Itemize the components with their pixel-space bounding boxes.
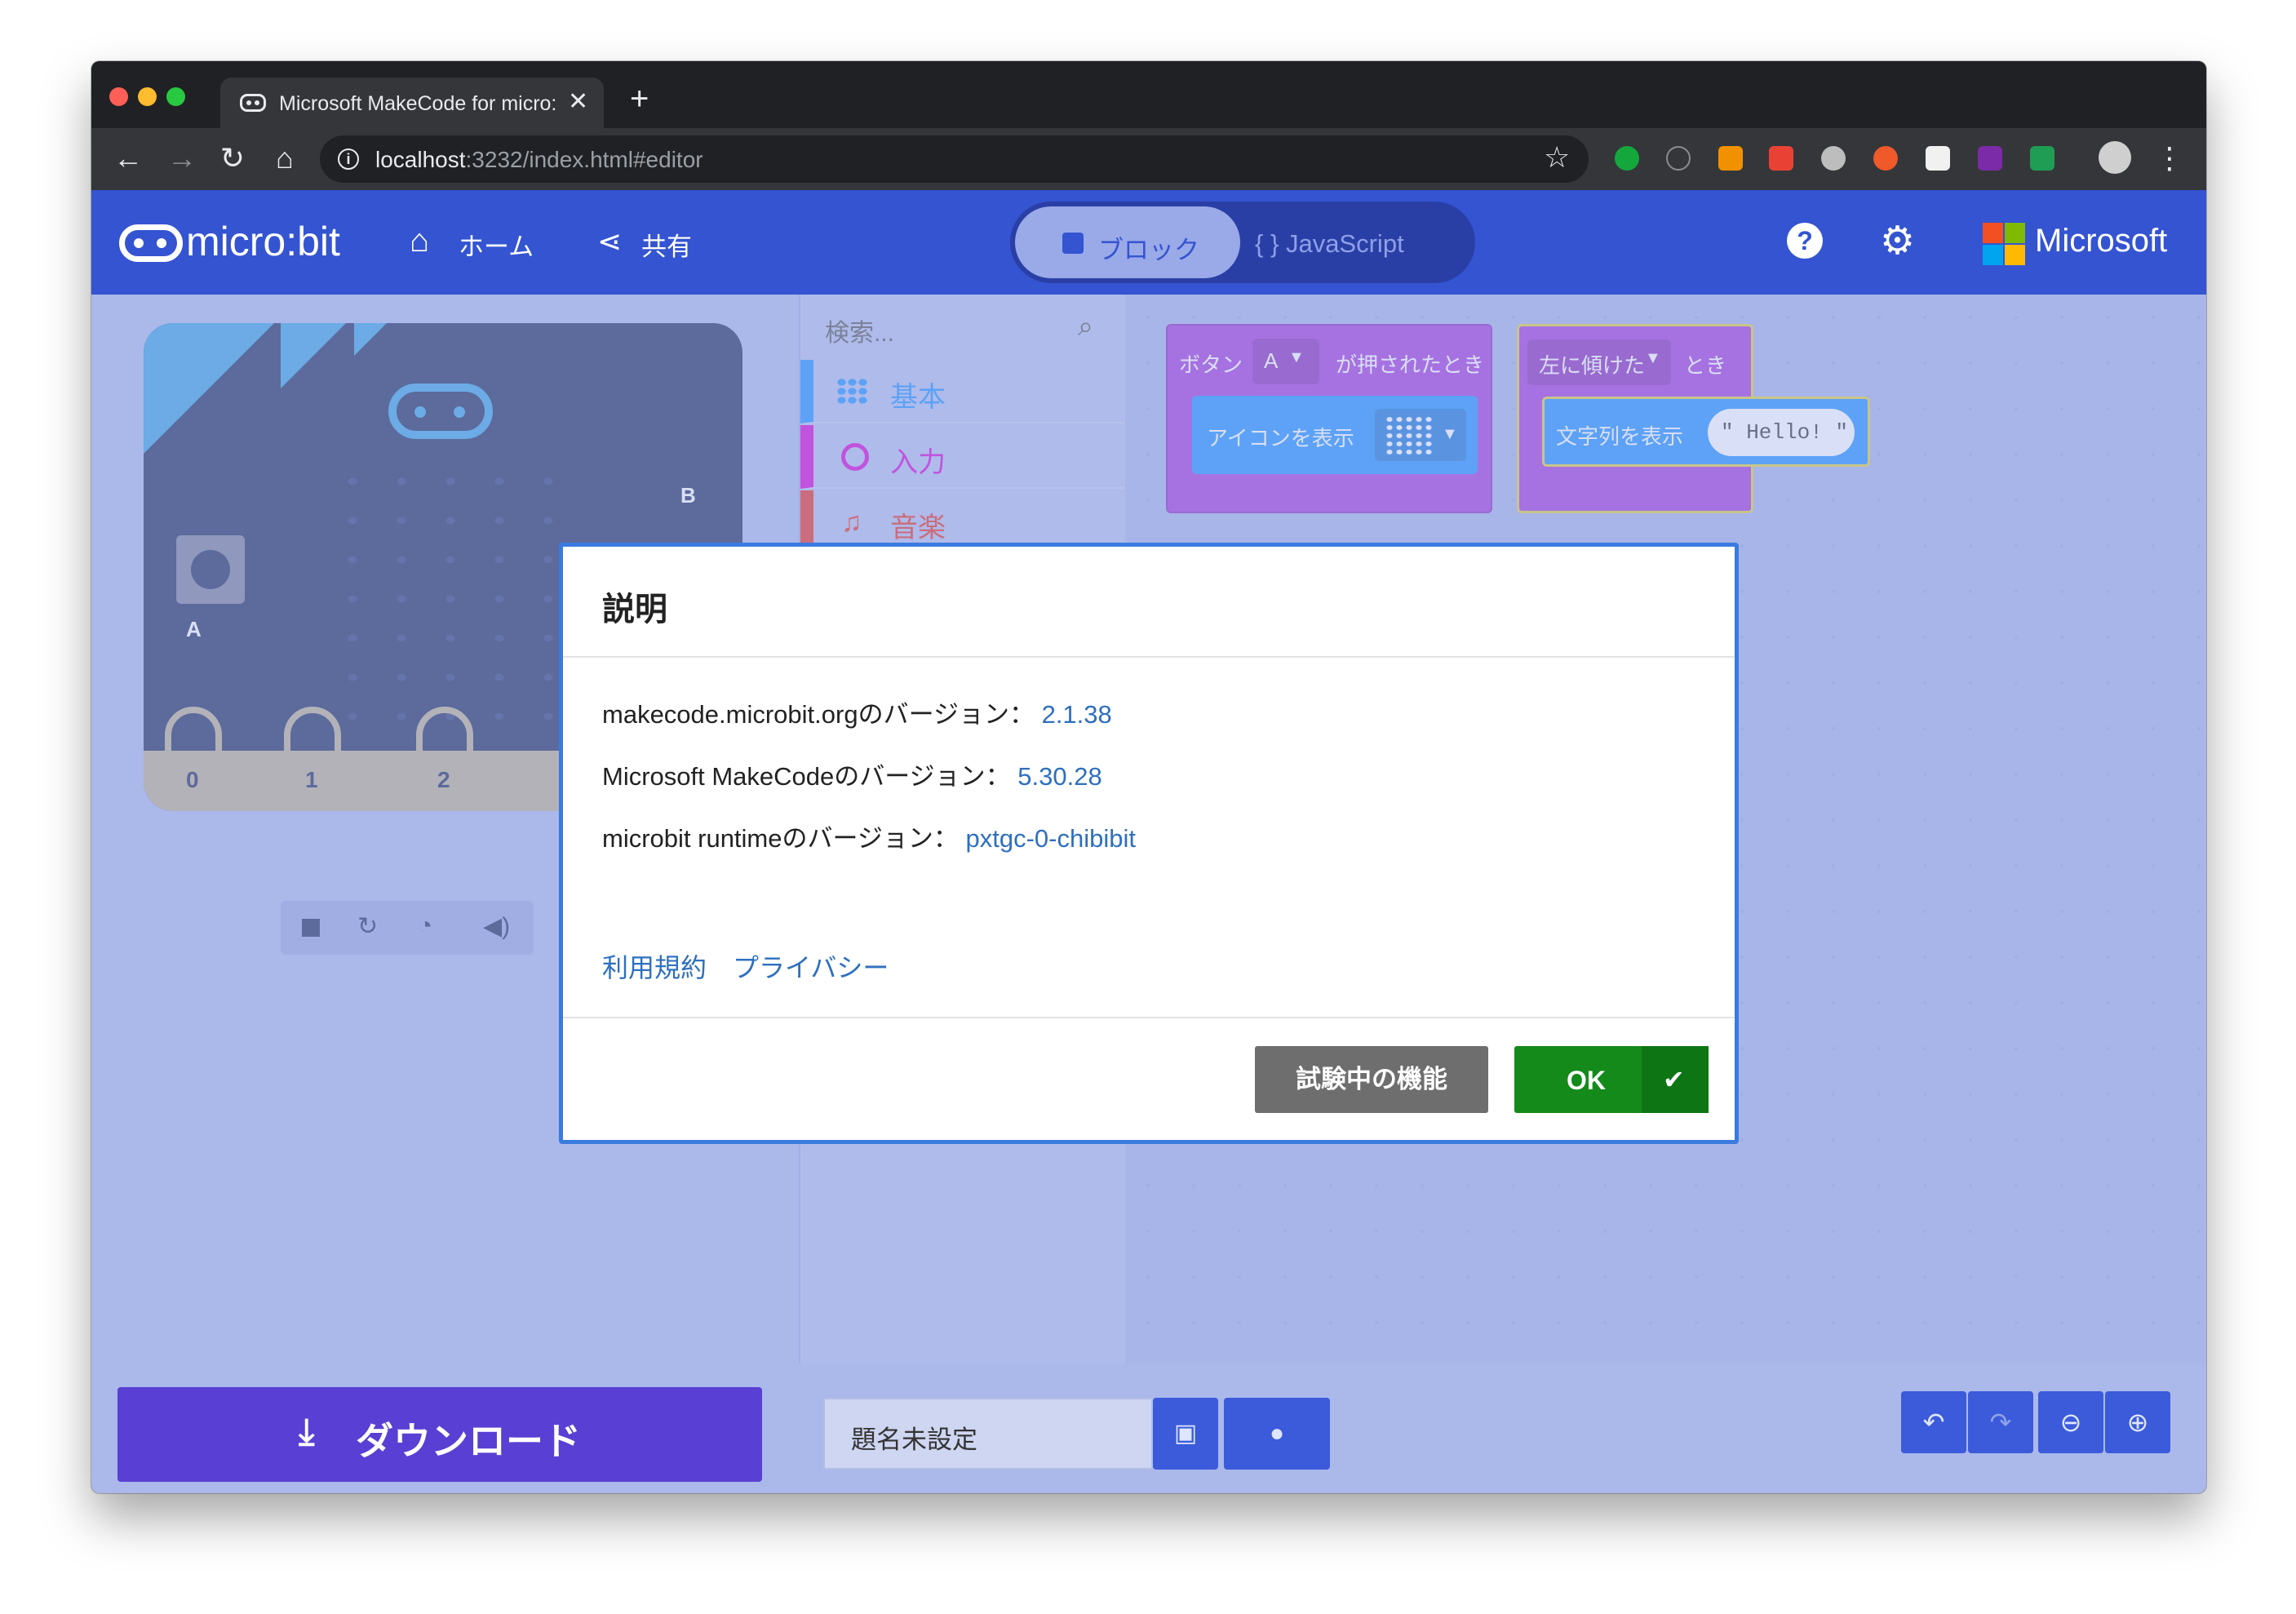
download-icon: ⤓	[299, 1412, 315, 1452]
bookmark-star-icon[interactable]: ☆	[1544, 140, 1570, 175]
microbit-favicon-icon	[240, 94, 266, 112]
version-value: 2.1.38	[1041, 700, 1112, 729]
version-row: microbit runtimeのバージョン： pxtgc-0-chibibit	[602, 818, 1136, 854]
ok-button-icon-area: ✔	[1642, 1046, 1709, 1113]
version-value: 5.30.28	[1017, 762, 1102, 791]
redo-icon: ↷	[1989, 1408, 2012, 1437]
new-tab-button[interactable]: +	[630, 82, 649, 115]
blocks-tab[interactable]: ブロック	[1015, 206, 1240, 278]
dialog-actions: 試験中の機能 OK ✔	[563, 1017, 1735, 1140]
fonts-extension-icon[interactable]	[1926, 146, 1950, 171]
share-button[interactable]: 共有	[641, 226, 692, 263]
onenote-extension-icon[interactable]	[1978, 146, 2002, 171]
browser-toolbar: ← → ↻ ⌂ i localhost:3232/index.html#edit…	[91, 128, 2206, 239]
zoom-out-button[interactable]: ⊖	[2038, 1391, 2103, 1453]
microbit-logo-icon[interactable]	[119, 224, 183, 262]
translate-extension-icon[interactable]	[2030, 146, 2054, 171]
editor-toggle: ブロック { } JavaScript	[1010, 202, 1475, 283]
zoom-out-icon: ⊖	[2059, 1408, 2082, 1437]
minimize-window-button[interactable]	[138, 87, 157, 106]
tab-title: Microsoft MakeCode for micro:bit	[279, 92, 556, 115]
reload-icon[interactable]: ↻	[212, 138, 253, 179]
blocks-tab-label: ブロック	[1098, 236, 1199, 264]
ok-button-label: OK	[1567, 1066, 1606, 1095]
braces-icon: { }	[1255, 229, 1279, 258]
version-label: Microsoft MakeCodeのバージョン：	[602, 762, 1011, 791]
settings-gear-icon[interactable]: ⚙	[1880, 218, 1915, 264]
terms-link[interactable]: 利用規約	[602, 947, 707, 985]
browser-tab[interactable]: Microsoft MakeCode for micro:bit ✕	[220, 78, 604, 128]
zoom-in-button[interactable]: ⊕	[2105, 1391, 2170, 1453]
microsoft-brand-text: Microsoft	[2035, 223, 2168, 259]
close-window-button[interactable]	[109, 87, 128, 106]
download-button-label: ダウンロード	[356, 1420, 581, 1462]
tab-close-icon[interactable]: ✕	[568, 87, 588, 116]
privacy-link[interactable]: プライバシー	[733, 947, 889, 985]
makecode-header: micro:bit ⌂ ホーム ⋖ 共有 ブロック { } JavaScript…	[91, 190, 2206, 295]
flag-extension-icon[interactable]	[1718, 146, 1743, 171]
onepassword-extension-icon[interactable]	[1666, 146, 1691, 171]
back-icon[interactable]: ←	[108, 138, 148, 179]
javascript-tab-label: JavaScript	[1285, 229, 1404, 258]
save-disk-icon: ▣	[1173, 1420, 1198, 1447]
version-row: makecode.microbit.orgのバージョン： 2.1.38	[602, 694, 1112, 730]
save-button[interactable]: ▣	[1153, 1398, 1218, 1470]
github-button[interactable]: ●	[1224, 1398, 1330, 1470]
dialog-title: 説明	[602, 592, 667, 627]
evernote-extension-icon[interactable]	[1615, 146, 1639, 171]
circle-extension-icon[interactable]	[1821, 146, 1846, 171]
dialog-header: 説明	[563, 547, 1735, 658]
info-icon[interactable]: i	[338, 149, 359, 170]
github-icon: ●	[1269, 1420, 1285, 1447]
version-row: Microsoft MakeCodeのバージョン： 5.30.28	[602, 756, 1102, 792]
profile-avatar[interactable]	[2099, 141, 2131, 174]
browser-titlebar: Microsoft MakeCode for micro:bit ✕ +	[91, 61, 2206, 128]
url-text[interactable]: localhost:3232/index.html#editor	[375, 147, 703, 173]
zoom-in-icon: ⊕	[2126, 1408, 2149, 1437]
javascript-tab[interactable]: { } JavaScript	[1255, 229, 1404, 259]
ok-button[interactable]: OK ✔	[1514, 1046, 1709, 1113]
share-icon[interactable]: ⋖	[597, 224, 622, 259]
undo-icon: ↶	[1922, 1408, 1945, 1437]
home-nav-icon[interactable]: ⌂	[410, 223, 429, 259]
about-dialog: 説明 makecode.microbit.orgのバージョン： 2.1.38 M…	[559, 543, 1739, 1144]
microbit-logo-text[interactable]: micro:bit	[186, 218, 340, 265]
microsoft-logo-icon	[1983, 223, 2025, 265]
version-value: pxtgc-0-chibibit	[965, 824, 1136, 853]
version-label: makecode.microbit.orgのバージョン：	[602, 700, 1035, 729]
home-button[interactable]: ホーム	[459, 226, 534, 263]
download-button[interactable]: ⤓ ダウンロード	[117, 1387, 762, 1482]
home-icon[interactable]: ⌂	[264, 138, 305, 179]
project-name-input[interactable]: 題名未設定	[823, 1398, 1153, 1470]
redo-button[interactable]: ↷	[1968, 1391, 2033, 1453]
address-bar[interactable]: i localhost:3232/index.html#editor ☆	[320, 135, 1589, 183]
help-icon[interactable]: ?	[1787, 223, 1823, 259]
browser-window: Microsoft MakeCode for micro:bit ✕ + ← →…	[91, 61, 2206, 1493]
undo-button[interactable]: ↶	[1901, 1391, 1966, 1453]
project-name-value: 題名未設定	[851, 1426, 977, 1454]
browser-menu-icon[interactable]: ⋮	[2149, 138, 2190, 179]
b-extension-icon[interactable]	[1873, 146, 1898, 171]
puzzle-icon	[1062, 233, 1084, 254]
experiments-button[interactable]: 試験中の機能	[1255, 1046, 1488, 1113]
version-label: microbit runtimeのバージョン：	[602, 824, 959, 853]
forward-icon[interactable]: →	[162, 138, 202, 179]
checkmark-icon: ✔	[1663, 1065, 1685, 1094]
gift-extension-icon[interactable]	[1769, 146, 1793, 171]
maximize-window-button[interactable]	[166, 87, 185, 106]
